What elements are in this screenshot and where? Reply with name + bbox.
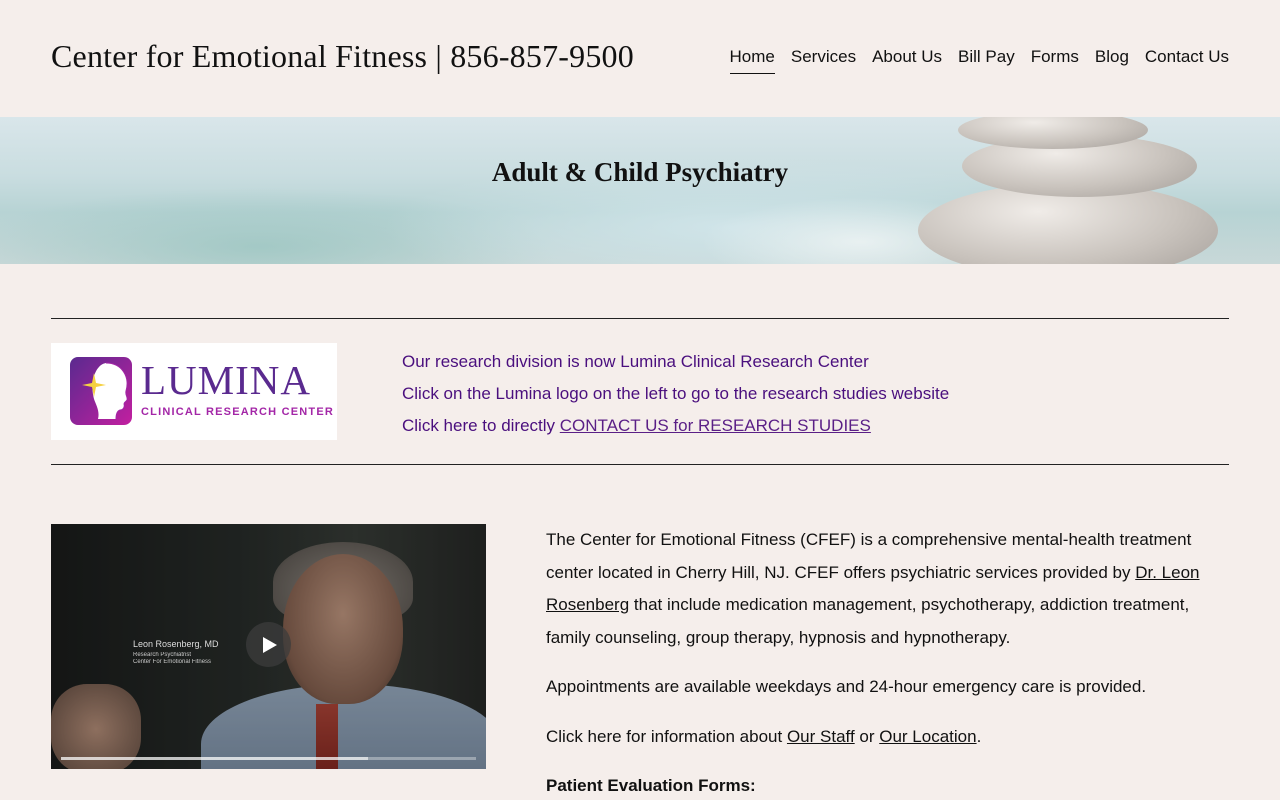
nav-about-us[interactable]: About Us <box>872 47 942 74</box>
nav-home[interactable]: Home <box>729 47 775 74</box>
nav-services[interactable]: Services <box>791 47 856 74</box>
main-nav: Home Services About Us Bill Pay Forms Bl… <box>729 47 1229 74</box>
lumina-subtitle: CLINICAL RESEARCH CENTER <box>141 406 334 418</box>
hero-banner: Adult & Child Psychiatry <box>0 117 1280 264</box>
play-icon <box>263 636 277 653</box>
site-title[interactable]: Center for Emotional Fitness | 856-857-9… <box>51 38 634 75</box>
research-line-2: Click on the Lumina logo on the left to … <box>402 384 950 403</box>
research-line-1: Our research division is now Lumina Clin… <box>402 352 869 371</box>
appointments-paragraph: Appointments are available weekdays and … <box>546 677 1147 696</box>
divider-bottom <box>51 464 1229 465</box>
lumina-logo[interactable]: LUMINA CLINICAL RESEARCH CENTER <box>51 343 337 440</box>
evaluation-forms-heading: Patient Evaluation Forms: <box>546 776 756 795</box>
nav-bill-pay[interactable]: Bill Pay <box>958 47 1015 74</box>
our-staff-link[interactable]: Our Staff <box>787 727 855 746</box>
nav-contact-us[interactable]: Contact Us <box>1145 47 1229 74</box>
site-header: Center for Emotional Fitness | 856-857-9… <box>0 0 1280 117</box>
lumina-head-icon <box>70 357 132 425</box>
research-line-3: Click here to directly CONTACT US for RE… <box>402 416 871 435</box>
research-notice: Our research division is now Lumina Clin… <box>402 346 949 442</box>
video-caption: Leon Rosenberg, MD Research Psychiatrist… <box>133 639 219 665</box>
intro-video[interactable]: Leon Rosenberg, MD Research Psychiatrist… <box>51 524 486 769</box>
nav-blog[interactable]: Blog <box>1095 47 1129 74</box>
divider-top <box>51 318 1229 319</box>
our-location-link[interactable]: Our Location <box>879 727 976 746</box>
contact-research-link[interactable]: CONTACT US for RESEARCH STUDIES <box>560 416 871 435</box>
lumina-wordmark: LUMINA <box>141 357 311 403</box>
info-paragraph: Click here for information about Our Sta… <box>546 726 982 746</box>
about-paragraph: The Center for Emotional Fitness (CFEF) … <box>546 530 1200 647</box>
play-button[interactable] <box>246 622 291 667</box>
nav-forms[interactable]: Forms <box>1031 47 1079 74</box>
video-progress-bar[interactable] <box>61 757 476 760</box>
about-section: The Center for Emotional Fitness (CFEF) … <box>546 524 1236 800</box>
hero-title: Adult & Child Psychiatry <box>491 157 789 187</box>
